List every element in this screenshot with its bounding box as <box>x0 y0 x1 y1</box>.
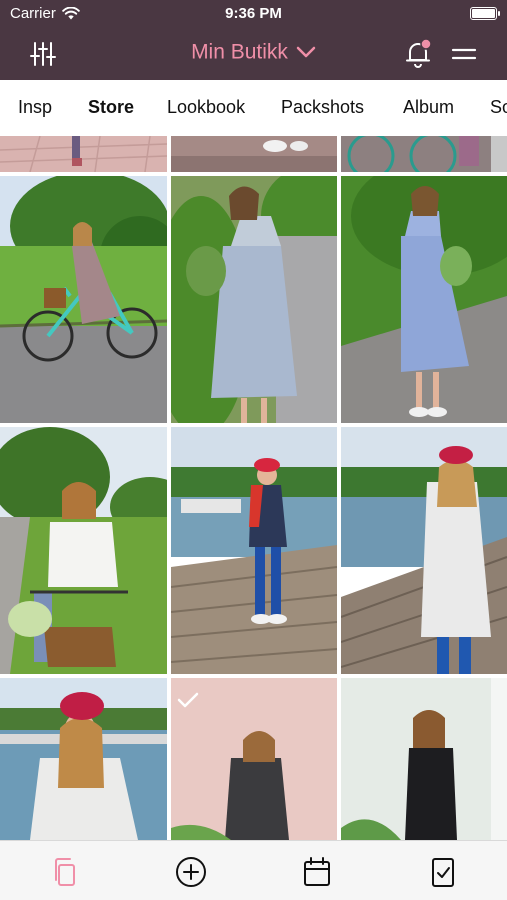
category-tabs: Insp Store Lookbook Packshots Album So <box>0 80 507 136</box>
add-button[interactable] <box>174 855 208 889</box>
bottom-toolbar <box>0 840 507 900</box>
tab-lookbook[interactable]: Lookbook <box>167 97 245 118</box>
bell-icon <box>406 38 432 68</box>
add-circle-icon <box>176 857 206 887</box>
photo-cell-r1-c3[interactable] <box>341 136 507 172</box>
notification-dot <box>420 38 432 50</box>
photo-cell-r4-c1[interactable] <box>0 678 167 840</box>
tab-insp[interactable]: Insp <box>18 97 52 118</box>
battery-icon <box>470 7 500 20</box>
copy-button[interactable] <box>48 855 82 889</box>
copy-icon <box>55 858 75 886</box>
tab-so[interactable]: So <box>490 97 507 118</box>
tab-store[interactable]: Store <box>88 97 134 118</box>
notifications-button[interactable] <box>403 38 433 70</box>
hamburger-icon <box>451 48 477 60</box>
photo-cell-r1-c1[interactable] <box>0 136 167 172</box>
status-bar: Carrier 9:36 PM <box>0 0 507 28</box>
photo-cell-r2-c1[interactable] <box>0 176 167 423</box>
tab-packshots[interactable]: Packshots <box>281 97 364 118</box>
checklist-icon <box>432 858 454 887</box>
photo-cell-r4-c3[interactable] <box>341 678 507 840</box>
photo-cell-r3-c3[interactable] <box>341 427 507 674</box>
status-time: 9:36 PM <box>225 5 282 22</box>
menu-button[interactable] <box>450 40 478 68</box>
calendar-button[interactable] <box>300 855 334 889</box>
chevron-down-icon <box>296 47 316 58</box>
checklist-button[interactable] <box>426 855 460 889</box>
calendar-icon <box>304 857 330 886</box>
photo-cell-r2-c3[interactable] <box>341 176 507 423</box>
store-title: Min Butikk <box>191 40 288 64</box>
photo-cell-r3-c2[interactable] <box>171 427 337 674</box>
photo-cell-r1-c2[interactable] <box>171 136 337 172</box>
nav-bar: Min Butikk <box>0 28 507 80</box>
photo-cell-r2-c2[interactable] <box>171 176 337 423</box>
photo-cell-r4-c2-selected[interactable] <box>171 678 337 840</box>
photo-grid <box>0 136 507 840</box>
photo-cell-r3-c1[interactable] <box>0 427 167 674</box>
tab-album[interactable]: Album <box>403 97 454 118</box>
